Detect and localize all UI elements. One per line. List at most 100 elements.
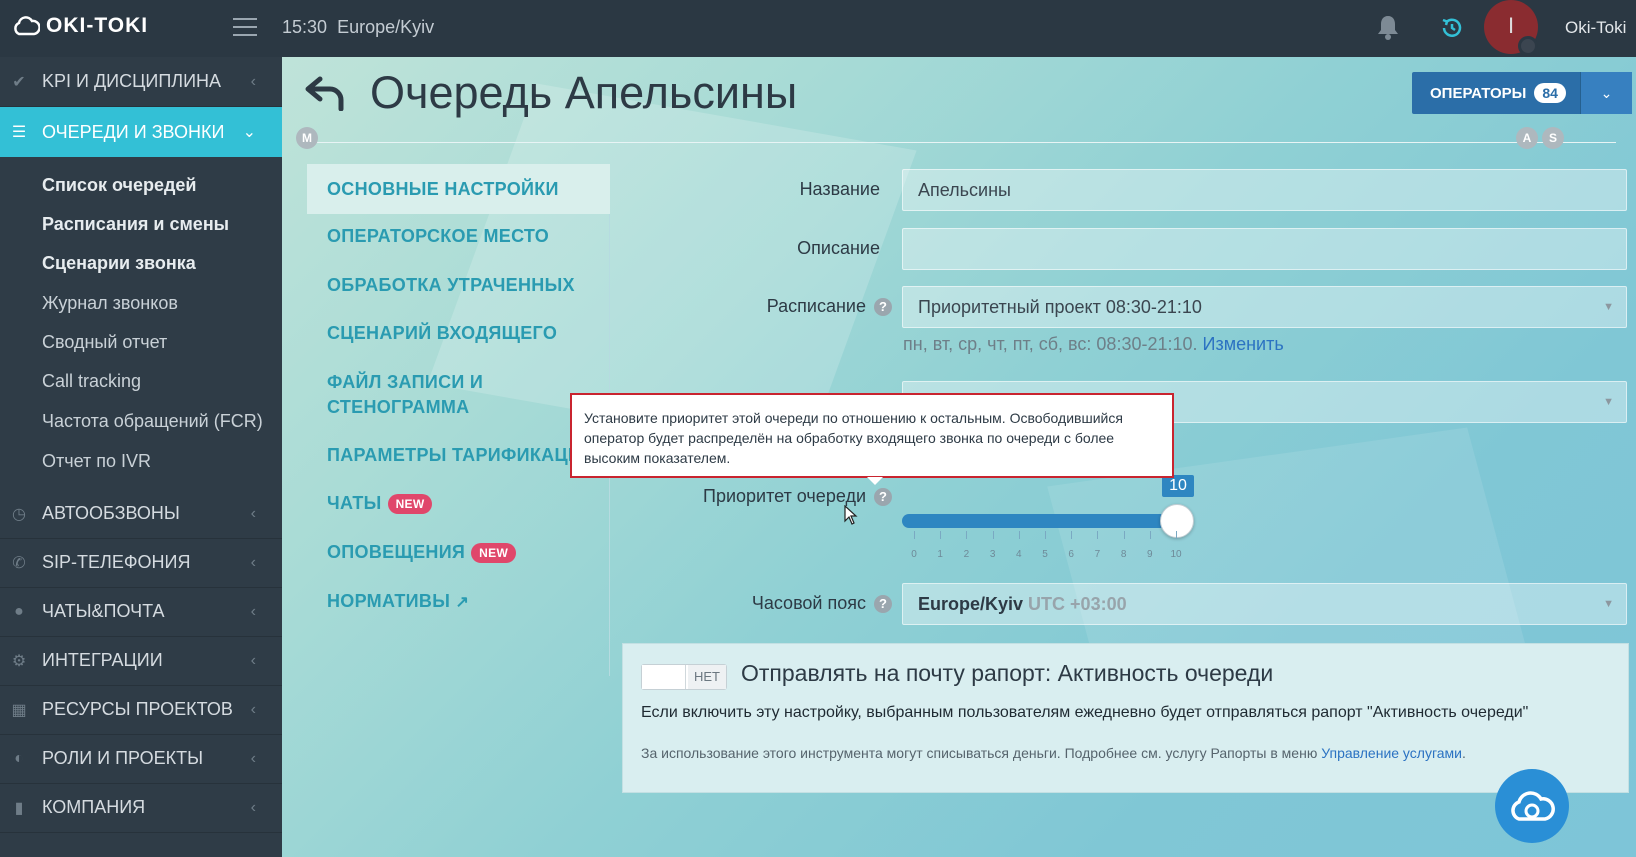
caret-down-icon: ▼: [1603, 396, 1614, 408]
back-arrow-icon[interactable]: [304, 75, 346, 116]
clock-icon: ◷: [12, 505, 26, 523]
clock: 15:30 Europe/Kyiv: [282, 17, 434, 38]
chevron-left-icon: ‹: [250, 700, 256, 718]
tag-s[interactable]: S: [1542, 127, 1564, 149]
schedule-value: Приоритетный проект 08:30-21:10: [918, 297, 1202, 317]
chevron-left-icon: ‹: [250, 602, 256, 620]
sidebar-item-integrations[interactable]: ⚙ ИНТЕГРАЦИИ ‹: [0, 636, 282, 686]
name-input[interactable]: Апельсины: [902, 169, 1627, 211]
operators-label: ОПЕРАТОРЫ: [1430, 84, 1527, 102]
help-icon[interactable]: ?: [874, 298, 892, 317]
divider: [306, 142, 1616, 143]
help-icon[interactable]: ?: [874, 595, 892, 614]
slider-tick: [1176, 531, 1177, 539]
slider-tick-label: 6: [1068, 549, 1074, 560]
cloud-logo-icon: [14, 16, 40, 36]
schedule-change-link[interactable]: Изменить: [1203, 334, 1284, 354]
sidebar-subitem-call-scenarios[interactable]: Сценарии звонка: [42, 253, 196, 274]
sidebar-item-label: РЕСУРСЫ ПРОЕКТОВ: [42, 699, 233, 719]
priority-label: Приоритет очереди: [703, 486, 866, 506]
menu-norms[interactable]: НОРМАТИВЫ ↗: [307, 589, 610, 615]
tag-a[interactable]: A: [1516, 127, 1538, 149]
chevron-left-icon: ‹: [250, 553, 256, 571]
sidebar-item-company[interactable]: ▮ КОМПАНИЯ ‹: [0, 783, 282, 833]
schedule-select[interactable]: Приоритетный проект 08:30-21:10 ▼: [902, 286, 1627, 328]
username[interactable]: Oki-Toki: [1565, 18, 1626, 38]
slider-tick: [1071, 531, 1073, 539]
description-label: Описание: [797, 238, 880, 258]
description-input[interactable]: [902, 228, 1627, 270]
chevron-left-icon: ‹: [250, 749, 256, 767]
sidebar-subitem-queue-list[interactable]: Список очередей: [42, 175, 196, 196]
sidebar-item-label: ЧАТЫ&ПОЧТА: [42, 601, 165, 621]
menu-basic-settings[interactable]: ОСНОВНЫЕ НАСТРОЙКИ: [307, 164, 610, 214]
mouse-cursor-icon: [844, 505, 858, 525]
menu-notifications[interactable]: ОПОВЕЩЕНИЯ NEW: [307, 540, 610, 565]
tag-m[interactable]: M: [296, 127, 318, 149]
operators-dropdown-button[interactable]: ⌄: [1580, 72, 1632, 114]
priority-slider-track[interactable]: [902, 514, 1179, 528]
sidebar-subitem-ivr-report[interactable]: Отчет по IVR: [42, 451, 151, 472]
operators-count-badge: 84: [1534, 83, 1566, 103]
sidebar-item-label: SIP-ТЕЛЕФОНИЯ: [42, 552, 191, 572]
settings-menu: ОСНОВНЫЕ НАСТРОЙКИ ОПЕРАТОРСКОЕ МЕСТО ОБ…: [307, 164, 610, 676]
menu-chats[interactable]: ЧАТЫ NEW: [307, 491, 610, 516]
slider-tick: [1123, 531, 1125, 539]
grid-icon: ▦: [11, 701, 27, 719]
top-bar: OKI-TOKI 15:30 Europe/Kyiv I Oki-Toki: [0, 0, 1636, 57]
report-toggle[interactable]: НЕТ: [641, 664, 727, 690]
slider-tick: [940, 531, 942, 539]
sidebar-subitem-schedules[interactable]: Расписания и смены: [42, 214, 229, 235]
chevron-left-icon: ‹: [250, 504, 256, 522]
sidebar-item-label: РОЛИ И ПРОЕКТЫ: [42, 748, 204, 768]
slider-tick-label: 4: [1016, 549, 1022, 560]
sidebar-item-queues[interactable]: ☰ ОЧЕРЕДИ И ЗВОНКИ ⌄: [0, 107, 282, 157]
menu-incoming-scenario[interactable]: СЦЕНАРИЙ ВХОДЯЩЕГО: [307, 321, 610, 346]
bell-icon[interactable]: [1376, 14, 1400, 45]
chevron-down-icon: ⌄: [1600, 85, 1613, 101]
menu-toggle-icon[interactable]: [233, 18, 257, 38]
operators-button[interactable]: ОПЕРАТОРЫ 84: [1412, 72, 1580, 114]
sidebar-item-project-resources[interactable]: ▦ РЕСУРСЫ ПРОЕКТОВ ‹: [0, 685, 282, 735]
report-note-end: .: [1461, 745, 1466, 761]
phone-icon: ✆: [12, 554, 26, 572]
slider-tick-label: 5: [1042, 549, 1048, 560]
sidebar-subitem-call-log[interactable]: Журнал звонков: [42, 293, 178, 314]
sidebar-item-autodial[interactable]: ◷ АВТООБЗВОНЫ ‹: [0, 489, 282, 539]
sidebar-item-kpi[interactable]: ✔ KPI И ДИСЦИПЛИНА ‹: [0, 57, 282, 107]
manage-services-link[interactable]: Управление услугами: [1321, 745, 1462, 761]
sidebar-subitem-fcr[interactable]: Частота обращений (FCR): [42, 411, 263, 432]
slider-tick-label: 1: [937, 549, 943, 560]
menu-lost-calls[interactable]: ОБРАБОТКА УТРАЧЕННЫХ: [307, 273, 610, 298]
report-note-text: За использование этого инструмента могут…: [641, 745, 1318, 761]
sidebar-item-sip[interactable]: ✆ SIP-ТЕЛЕФОНИЯ ‹: [0, 538, 282, 588]
chevron-left-icon: ‹: [250, 651, 256, 669]
chevron-down-icon: ⌄: [242, 124, 256, 141]
sidebar-item-label: АВТООБЗВОНЫ: [42, 503, 180, 523]
menu-operator-place[interactable]: ОПЕРАТОРСКОЕ МЕСТО: [307, 224, 610, 249]
slider-tick-label: 8: [1120, 549, 1127, 560]
help-icon[interactable]: ?: [874, 488, 892, 507]
status-dot: [1518, 36, 1538, 56]
menu-billing-params[interactable]: ПАРАМЕТРЫ ТАРИФИКАЦИИ: [307, 443, 610, 468]
sidebar-item-chats-mail[interactable]: ● ЧАТЫ&ПОЧТА ‹: [0, 587, 282, 637]
logo[interactable]: OKI-TOKI: [12, 14, 148, 38]
history-icon[interactable]: [1440, 16, 1464, 45]
external-link-icon: ↗: [455, 594, 470, 611]
sidebar-item-label: ИНТЕГРАЦИИ: [42, 650, 163, 670]
main-content: Очередь Апельсины ОПЕРАТОРЫ 84 ⌄ M A S О…: [282, 57, 1636, 857]
slider-tick: [1018, 531, 1020, 539]
toggle-label: НЕТ: [688, 665, 726, 689]
slider-tick-label: 7: [1094, 549, 1101, 560]
sidebar: ✔ KPI И ДИСЦИПЛИНА ‹ ☰ ОЧЕРЕДИ И ЗВОНКИ …: [0, 57, 282, 857]
sidebar-item-roles-projects[interactable]: ◐ РОЛИ И ПРОЕКТЫ ‹: [0, 734, 282, 784]
cloud-chat-button[interactable]: [1495, 769, 1569, 843]
slider-tick-label: 0: [911, 549, 917, 560]
slider-tick: [914, 531, 915, 539]
cloud-icon: [1511, 791, 1555, 821]
menu-recording-transcript[interactable]: ФАЙЛ ЗАПИСИ И СТЕНОГРАММА: [307, 370, 527, 420]
sidebar-subitem-summary-report[interactable]: Сводный отчет: [42, 332, 167, 353]
sidebar-subitem-call-tracking[interactable]: Call tracking: [42, 371, 141, 392]
priority-slider-ticks: 0 1 2 3 4 5 6 7 8 9 10: [911, 531, 1182, 561]
timezone-select[interactable]: Europe/Kyiv UTC +03:00 ▼: [902, 583, 1627, 625]
